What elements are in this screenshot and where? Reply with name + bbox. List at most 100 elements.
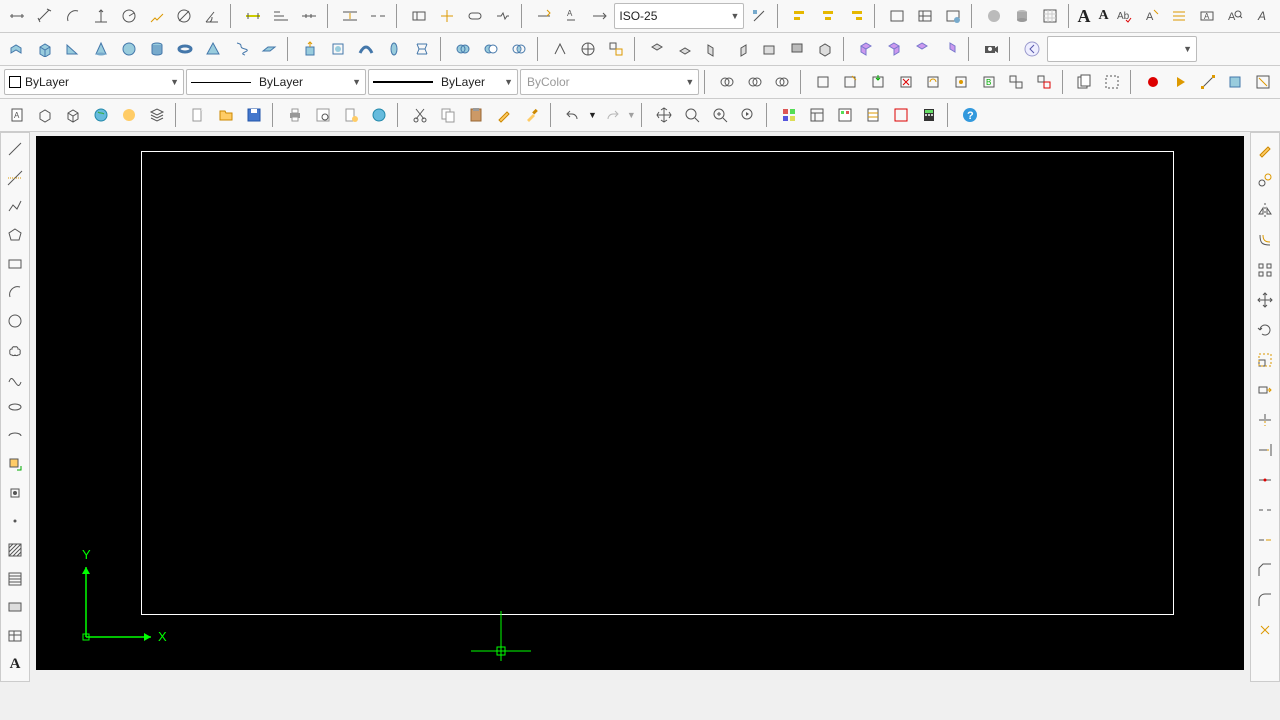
circle-icon[interactable] — [2, 309, 28, 334]
intersect-icon[interactable] — [506, 36, 532, 62]
dim-radius-icon[interactable] — [116, 3, 142, 29]
sphere-icon[interactable] — [981, 3, 1007, 29]
ellipse-icon[interactable] — [2, 395, 28, 420]
point-icon[interactable] — [2, 509, 28, 534]
measure-area-icon[interactable] — [1223, 69, 1249, 95]
pan-icon[interactable] — [651, 102, 677, 128]
draworder-icon[interactable] — [714, 69, 740, 95]
extend-icon[interactable] — [1252, 437, 1278, 463]
drawing-area[interactable]: X Y — [36, 136, 1244, 670]
view-nene-icon[interactable] — [937, 36, 963, 62]
break-icon[interactable] — [1252, 497, 1278, 523]
scale-icon[interactable] — [1252, 347, 1278, 373]
tool-palette-icon[interactable] — [832, 102, 858, 128]
polysolid-icon[interactable] — [4, 36, 30, 62]
save-file-icon[interactable] — [241, 102, 267, 128]
revcloud-icon[interactable] — [2, 337, 28, 362]
spell-check-icon[interactable]: Ab — [1111, 3, 1137, 29]
union-icon[interactable] — [450, 36, 476, 62]
view-right-icon[interactable] — [728, 36, 754, 62]
torus-icon[interactable] — [172, 36, 198, 62]
zoom-window-icon[interactable] — [707, 102, 733, 128]
solid-box-icon[interactable] — [32, 102, 58, 128]
xline-icon[interactable] — [2, 166, 28, 191]
line-icon[interactable] — [2, 137, 28, 162]
hatch2-icon[interactable] — [1037, 3, 1063, 29]
layout-wizard-icon[interactable] — [912, 3, 938, 29]
text-small-A-icon[interactable]: A — [1099, 8, 1109, 24]
plot-preview-icon[interactable] — [310, 102, 336, 128]
sheet-set-icon[interactable]: A — [4, 102, 30, 128]
polygon-icon[interactable] — [2, 223, 28, 248]
ucs-3point-icon[interactable] — [547, 36, 573, 62]
block-attdef-icon[interactable] — [893, 69, 919, 95]
zoom-previous-icon[interactable] — [735, 102, 761, 128]
markup-icon[interactable] — [888, 102, 914, 128]
arc-icon[interactable] — [2, 280, 28, 305]
quick-dim-icon[interactable] — [240, 3, 266, 29]
dim-jog-icon[interactable] — [144, 3, 170, 29]
cylinder-icon[interactable] — [144, 36, 170, 62]
text-scale-icon[interactable]: A — [1139, 3, 1165, 29]
measure-dist-icon[interactable] — [1195, 69, 1221, 95]
dim-diameter-icon[interactable] — [172, 3, 198, 29]
copy-icon[interactable] — [435, 102, 461, 128]
revolve-icon[interactable] — [381, 36, 407, 62]
view-swne-icon[interactable] — [853, 36, 879, 62]
ellipse-arc-icon[interactable] — [2, 423, 28, 448]
properties-icon[interactable] — [776, 102, 802, 128]
print-icon[interactable] — [282, 102, 308, 128]
group-icon[interactable] — [1003, 69, 1029, 95]
match-prop-icon[interactable] — [491, 102, 517, 128]
wedge-icon[interactable] — [60, 36, 86, 62]
dim-tedit-icon[interactable]: A — [559, 3, 585, 29]
subtract-icon[interactable] — [478, 36, 504, 62]
cone-icon[interactable] — [88, 36, 114, 62]
design-center-icon[interactable] — [804, 102, 830, 128]
action-play-icon[interactable] — [1167, 69, 1193, 95]
dim-space-icon[interactable] — [337, 3, 363, 29]
ucs-world-icon[interactable] — [575, 36, 601, 62]
inspection-icon[interactable] — [462, 3, 488, 29]
spline-icon[interactable] — [2, 366, 28, 391]
plotstyle-input[interactable] — [525, 74, 681, 90]
color-combo[interactable]: ByLayer ▼ — [4, 69, 184, 95]
presspull-icon[interactable] — [325, 36, 351, 62]
dim-linear-icon[interactable] — [4, 3, 30, 29]
zoom-realtime-icon[interactable] — [679, 102, 705, 128]
block-insert-icon[interactable] — [865, 69, 891, 95]
sphere2-icon[interactable] — [116, 36, 142, 62]
dim-continue-icon[interactable] — [296, 3, 322, 29]
lineweight-combo[interactable]: ByLayer ▼ — [368, 69, 518, 95]
rotate-icon[interactable] — [1252, 317, 1278, 343]
wire-box-icon[interactable] — [60, 102, 86, 128]
erase-icon[interactable] — [1252, 137, 1278, 163]
block-attsync-icon[interactable] — [921, 69, 947, 95]
break-point-icon[interactable] — [1252, 467, 1278, 493]
view-nwne-icon[interactable] — [909, 36, 935, 62]
align-right-icon[interactable] — [843, 3, 869, 29]
loft-icon[interactable] — [409, 36, 435, 62]
text-style-icon[interactable]: A — [1250, 3, 1276, 29]
sheet-mgr-icon[interactable] — [860, 102, 886, 128]
dim-arc-icon[interactable] — [60, 3, 86, 29]
help-icon[interactable]: ? — [957, 102, 983, 128]
move-icon[interactable] — [1252, 287, 1278, 313]
view-left-icon[interactable] — [700, 36, 726, 62]
view-front-icon[interactable] — [756, 36, 782, 62]
gradient-icon[interactable] — [2, 566, 28, 591]
polyline-icon[interactable] — [2, 194, 28, 219]
align-left-icon[interactable] — [787, 3, 813, 29]
stretch-icon[interactable] — [1252, 377, 1278, 403]
text-convert-icon[interactable]: A — [1194, 3, 1220, 29]
chamfer-icon[interactable] — [1252, 557, 1278, 583]
dim-update-icon[interactable] — [586, 3, 612, 29]
draworder-front-icon[interactable] — [742, 69, 768, 95]
view-sene-icon[interactable] — [881, 36, 907, 62]
publish-icon[interactable] — [338, 102, 364, 128]
ungroup-icon[interactable] — [1031, 69, 1057, 95]
undo-dropdown-icon[interactable]: ▼ — [588, 110, 597, 120]
layer-manager-icon[interactable] — [144, 102, 170, 128]
join-icon[interactable] — [1252, 527, 1278, 553]
brush-icon[interactable] — [519, 102, 545, 128]
